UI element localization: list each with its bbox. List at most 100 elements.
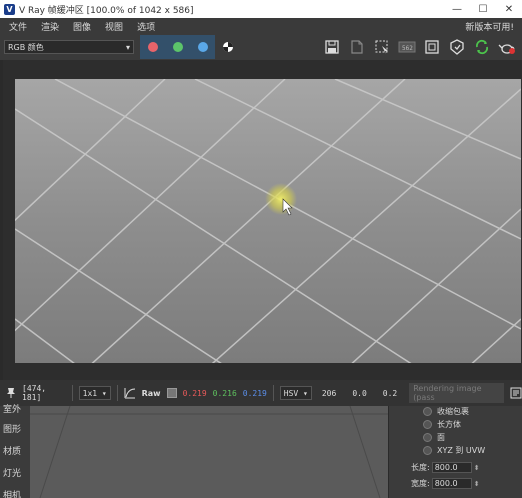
mono-view-icon — [223, 42, 233, 52]
vray-logo-icon: V — [4, 3, 15, 15]
radio-shrink-wrap[interactable]: 收缩包裹 — [423, 406, 469, 417]
track-mouse-button[interactable] — [421, 36, 443, 58]
console-button[interactable] — [510, 387, 522, 399]
hue-value: 206 — [321, 388, 337, 398]
menu-options[interactable]: 选项 — [128, 20, 160, 33]
channel-select[interactable]: RGB 颜色 ▾ — [4, 40, 134, 54]
title-bar: V V Ray 帧缓冲区 [100.0% of 1042 x 586] — ☐ … — [0, 0, 522, 18]
save-button[interactable] — [321, 36, 343, 58]
save-all-button[interactable] — [346, 36, 368, 58]
console-icon — [510, 387, 522, 399]
red-channel-button[interactable] — [140, 35, 165, 59]
curve-button[interactable] — [124, 387, 136, 399]
save-icon — [325, 40, 339, 54]
render-icon — [450, 39, 464, 55]
channel-select-value: RGB 颜色 — [8, 42, 44, 52]
close-button[interactable]: ✕ — [496, 0, 522, 18]
green-dot-icon — [172, 42, 183, 52]
radio-face[interactable]: 面 — [423, 432, 445, 443]
rendered-image[interactable] — [15, 79, 521, 363]
update-notice-link[interactable]: 新版本可用! — [465, 20, 514, 33]
zoom-combo-value: 1x1 — [82, 388, 98, 398]
maximize-button[interactable]: ☐ — [470, 0, 496, 18]
radio-button[interactable] — [423, 446, 432, 455]
radio-button[interactable] — [423, 420, 432, 429]
spinner-icon[interactable]: ⬍ — [474, 464, 480, 472]
separator — [71, 385, 73, 401]
radio-label: XYZ 到 UVW — [437, 446, 486, 455]
tile-floor-render — [15, 79, 521, 363]
menu-bar: 文件 渲染 图像 视图 选项 新版本可用! — [0, 18, 522, 34]
svg-text:562: 562 — [402, 45, 413, 52]
tab-lights[interactable]: 灯光 — [3, 466, 21, 479]
radio-label: 面 — [437, 433, 445, 442]
red-value: 0.219 — [182, 388, 207, 398]
blue-dot-icon — [197, 42, 208, 52]
green-channel-button[interactable] — [165, 35, 190, 59]
color-mode-value: HSV — [283, 388, 299, 398]
window-title: V Ray 帧缓冲区 [100.0% of 1042 x 586] — [19, 5, 194, 16]
viewport-grid — [30, 406, 388, 498]
raw-label: Raw — [141, 388, 161, 398]
saturation-value: 0.0 — [352, 388, 367, 398]
radio-xyz-to-uvw[interactable]: XYZ 到 UVW — [423, 445, 485, 456]
tab-materials[interactable]: 材质 — [3, 444, 21, 457]
color-swatch — [166, 388, 177, 398]
render-tool-icons: 562 — [318, 36, 518, 58]
menu-render[interactable]: 渲染 — [32, 20, 64, 33]
tab-cameras[interactable]: 相机 — [3, 488, 21, 498]
pin-button[interactable] — [6, 387, 16, 399]
radio-label: 长方体 — [437, 420, 461, 429]
menu-view[interactable]: 视图 — [96, 20, 128, 33]
render-viewport[interactable] — [0, 60, 522, 380]
render-button[interactable] — [446, 36, 468, 58]
minimize-button[interactable]: — — [444, 0, 470, 18]
channel-toggle-group — [140, 35, 215, 59]
save-all-icon — [351, 40, 363, 54]
modifier-panel: 收缩包裹 长方体 面 XYZ 到 UVW 长度: 800.0 ⬍ 宽度: 800… — [388, 406, 522, 498]
blue-channel-button[interactable] — [190, 35, 215, 59]
menu-image[interactable]: 图像 — [64, 20, 96, 33]
separator — [272, 385, 274, 401]
color-mode-combo[interactable]: HSV ▾ — [279, 386, 312, 400]
length-field[interactable]: 800.0 — [431, 462, 472, 473]
curve-icon — [124, 388, 135, 399]
track-mouse-icon — [425, 40, 439, 54]
scene-explorer-tabs: 室外 图形 材质 灯光 相机 — [0, 405, 30, 498]
pin-icon — [7, 388, 15, 398]
tab-shapes[interactable]: 图形 — [3, 422, 21, 435]
interactive-render-icon — [475, 39, 489, 55]
mono-view-button[interactable] — [217, 35, 239, 59]
separator — [116, 385, 118, 401]
teapot-render-button[interactable] — [496, 36, 518, 58]
status-bar: [474, 181] 1x1 ▾ Raw 0.219 0.216 0.219 H… — [0, 380, 522, 406]
history-button[interactable]: 562 — [396, 36, 418, 58]
region-render-icon — [375, 40, 388, 54]
interactive-render-button[interactable] — [471, 36, 493, 58]
toolbar: RGB 颜色 ▾ 562 — [0, 34, 522, 60]
max-viewport[interactable] — [30, 406, 388, 498]
spinner-icon[interactable]: ⬍ — [474, 480, 480, 488]
cursor-coordinates: [474, 181] — [22, 384, 47, 402]
history-icon: 562 — [398, 41, 416, 53]
value-value: 0.2 — [382, 388, 398, 398]
chevron-down-icon: ▾ — [125, 42, 130, 52]
length-param: 长度: 800.0 ⬍ — [411, 462, 480, 473]
max-underlay: 室外 图形 材质 灯光 相机 收缩包裹 长方体 面 XYZ 到 UVW 长度: … — [0, 405, 522, 498]
tab-outdoor[interactable]: 室外 — [3, 402, 21, 415]
width-label: 宽度: — [411, 479, 430, 488]
red-dot-icon — [147, 42, 158, 52]
radio-button[interactable] — [423, 433, 432, 442]
blue-value: 0.219 — [242, 388, 267, 398]
render-status-message: Rendering image (pass — [409, 383, 504, 403]
width-param: 宽度: 800.0 ⬍ — [411, 478, 480, 489]
region-render-button[interactable] — [371, 36, 393, 58]
length-label: 长度: — [411, 463, 430, 472]
radio-box[interactable]: 长方体 — [423, 419, 461, 430]
menu-file[interactable]: 文件 — [0, 20, 32, 33]
teapot-render-icon — [498, 44, 515, 54]
zoom-combo[interactable]: 1x1 ▾ — [78, 386, 111, 400]
radio-label: 收缩包裹 — [437, 407, 469, 416]
radio-button[interactable] — [423, 407, 432, 416]
width-field[interactable]: 800.0 — [431, 478, 472, 489]
